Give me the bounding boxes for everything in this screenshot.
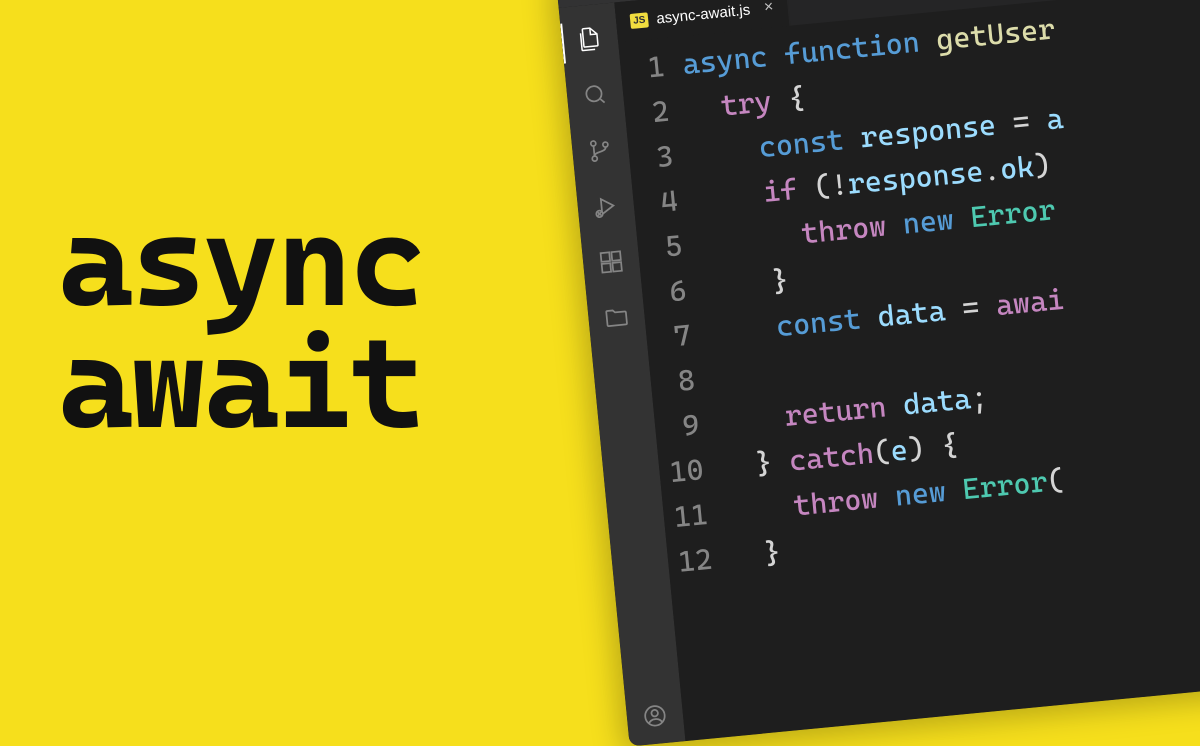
line-number: 8 [649,358,697,407]
line-number: 6 [640,268,688,317]
line-number: 3 [627,134,675,183]
line-number: 2 [623,89,671,138]
line-number: 10 [658,447,706,496]
activity-run-debug[interactable] [576,180,637,237]
activity-search[interactable] [565,68,626,125]
files-icon [576,24,605,57]
activity-explorer[interactable] [560,12,621,69]
branch-icon [586,136,615,169]
hero-line-1: async [58,200,423,322]
hero-title: async await [58,200,423,443]
code-lines: async function getUser try { const respo… [681,0,1200,735]
account-icon [641,701,670,734]
activity-account[interactable] [625,689,686,746]
js-badge-icon: JS [630,12,650,29]
hero-line-2: await [58,322,423,444]
line-number: 5 [636,223,684,272]
line-number: 11 [662,492,710,541]
activity-source-control[interactable] [570,124,631,181]
extensions-icon [597,247,626,280]
line-number: 12 [666,537,714,586]
tab-filename: async-await.js [656,1,751,27]
vscode-window: Файл Правка Выделение Вид Переход Выполн… [555,0,1200,746]
close-icon[interactable]: × [763,0,774,16]
activity-extensions[interactable] [581,235,642,292]
line-number: 1 [619,44,667,93]
line-number: 4 [632,178,680,227]
editor-area: JS async-await.js × 123456789101112 asyn… [614,0,1200,741]
line-number: 9 [653,402,701,451]
line-number: 7 [645,313,693,362]
search-icon [581,80,610,113]
activity-folder[interactable] [586,291,647,348]
code-editor[interactable]: 123456789101112 async function getUser t… [618,0,1200,741]
folder-icon [602,303,631,336]
debug-icon [592,192,621,225]
